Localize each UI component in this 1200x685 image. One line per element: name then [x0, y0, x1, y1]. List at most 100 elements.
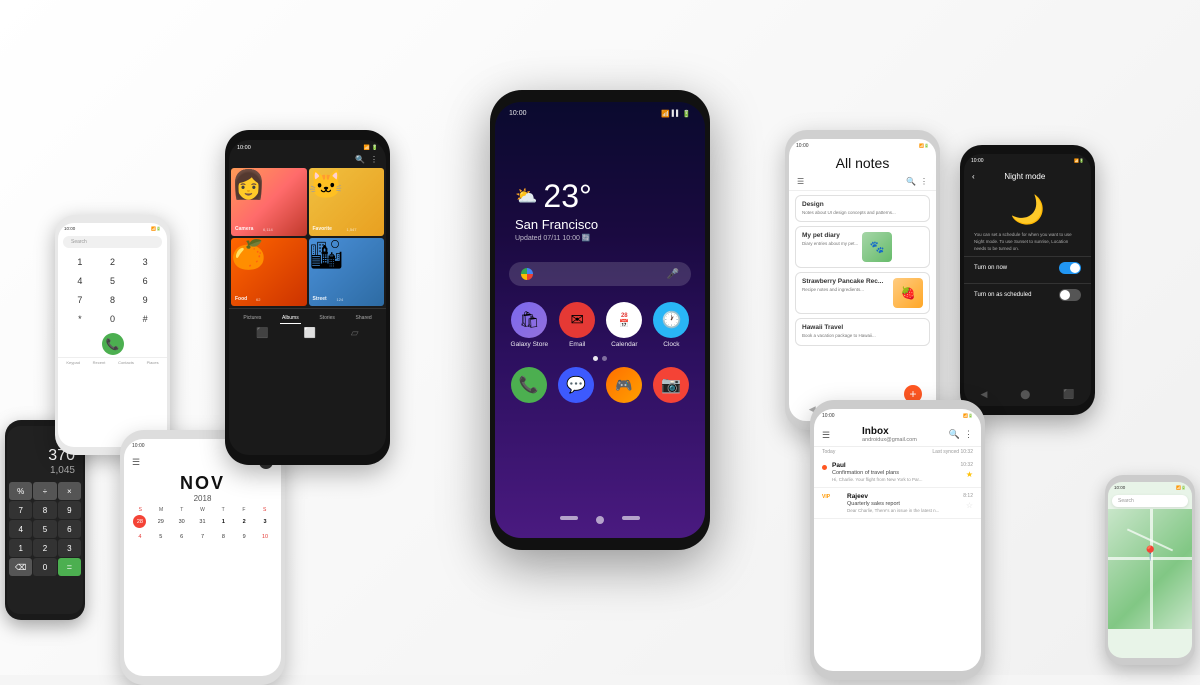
key-0[interactable]: 0: [97, 310, 129, 328]
nav-back[interactable]: [560, 516, 578, 520]
key-3[interactable]: 3: [129, 253, 161, 271]
maps-search-bar[interactable]: Search: [1112, 495, 1188, 507]
calc-equals[interactable]: =: [58, 558, 81, 576]
app-camera[interactable]: 📷: [653, 367, 689, 403]
key-2[interactable]: 2: [97, 253, 129, 271]
gallery-cell-camera[interactable]: 👩 Camera 6,114: [231, 168, 307, 236]
night-nav-home[interactable]: ⬤: [1020, 389, 1030, 400]
email-more-icon[interactable]: ⋮: [964, 429, 973, 440]
key-4[interactable]: 4: [64, 272, 96, 290]
tab-recent[interactable]: Recent: [93, 360, 106, 365]
google-search-bar[interactable]: 🎤: [509, 262, 691, 286]
tab-keypad[interactable]: Keypad: [66, 360, 80, 365]
cal-day-8[interactable]: 8: [217, 530, 230, 543]
cal-day-29[interactable]: 29: [154, 515, 167, 528]
calc-5[interactable]: 5: [33, 520, 56, 538]
email-search-icon[interactable]: 🔍: [949, 429, 960, 440]
tab-stories[interactable]: Stories: [317, 313, 337, 324]
key-1[interactable]: 1: [64, 253, 96, 271]
cal-day-5[interactable]: 5: [154, 530, 167, 543]
tab-places[interactable]: Places: [147, 360, 159, 365]
calc-7[interactable]: 7: [9, 501, 32, 519]
calc-multiply[interactable]: ×: [58, 482, 81, 500]
notes-card-pet[interactable]: My pet diary Diary entries about my pet.…: [795, 226, 930, 268]
cal-day-3[interactable]: 3: [259, 515, 272, 528]
email-item-paul[interactable]: Paul Confirmation of travel plans Hi, Ch…: [814, 457, 981, 488]
nav-recents[interactable]: [622, 516, 640, 520]
gallery-cell-food[interactable]: 🍊 Food 62: [231, 238, 307, 306]
notes-menu-icon[interactable]: ☰: [797, 177, 804, 186]
key-8[interactable]: 8: [97, 291, 129, 309]
calc-8[interactable]: 8: [33, 501, 56, 519]
cal-time: 10:00: [132, 443, 145, 449]
night-back-icon[interactable]: ‹: [972, 172, 975, 181]
gallery-bottom-nav: ⬛ ⬜ ▱: [229, 324, 386, 341]
calc-percent[interactable]: %: [9, 482, 32, 500]
calc-4[interactable]: 4: [9, 520, 32, 538]
calc-9[interactable]: 9: [58, 501, 81, 519]
app-galaxy-store[interactable]: 🛍 Galaxy Store: [511, 302, 549, 348]
email-menu-icon[interactable]: ☰: [822, 430, 830, 440]
tab-albums[interactable]: Albums: [280, 313, 301, 324]
key-6[interactable]: 6: [129, 272, 161, 290]
gallery-cell-street[interactable]: 🏙 Street 124: [309, 238, 385, 306]
cal-day-4[interactable]: 4: [133, 530, 146, 543]
cal-day-9[interactable]: 9: [238, 530, 251, 543]
app-clock[interactable]: 🕐 Clock: [653, 302, 689, 348]
calc-3[interactable]: 3: [58, 539, 81, 557]
cal-day-30[interactable]: 30: [175, 515, 188, 528]
cal-day-7[interactable]: 7: [196, 530, 209, 543]
email-item-rajeev[interactable]: VIP Rajeev Quarterly sales report Dear C…: [814, 488, 981, 519]
dialer-search-bar[interactable]: Search: [63, 236, 162, 248]
app-calendar[interactable]: 28 📅 Calendar: [606, 302, 642, 348]
calc-2[interactable]: 2: [33, 539, 56, 557]
cal-day-28[interactable]: 28: [133, 515, 146, 528]
tab-shared[interactable]: Shared: [354, 313, 374, 324]
calc-1[interactable]: 1: [9, 539, 32, 557]
notes-card-design[interactable]: Design Notes about UI design concepts an…: [795, 195, 930, 222]
calc-backspace[interactable]: ⌫: [9, 558, 32, 576]
email-star-paul[interactable]: ★: [966, 470, 973, 479]
tab-pictures[interactable]: Pictures: [241, 313, 263, 324]
calc-divide[interactable]: ÷: [33, 482, 56, 500]
app-phone[interactable]: 📞: [511, 367, 547, 403]
gallery-nav-recents[interactable]: ▱: [351, 328, 359, 339]
cal-day-10[interactable]: 10: [259, 530, 272, 543]
key-hash[interactable]: #: [129, 310, 161, 328]
night-nav-recents[interactable]: ⬛: [1063, 389, 1074, 400]
key-star[interactable]: *: [64, 310, 96, 328]
call-button[interactable]: 📞: [102, 333, 124, 355]
notes-more-icon[interactable]: ⋮: [920, 177, 928, 186]
key-7[interactable]: 7: [64, 291, 96, 309]
calc-6[interactable]: 6: [58, 520, 81, 538]
key-9[interactable]: 9: [129, 291, 161, 309]
email-star-rajeev[interactable]: ☆: [966, 501, 973, 510]
notes-card-strawberry[interactable]: Strawberry Pancake Rec... Recipe notes a…: [795, 272, 930, 314]
night-nav-back[interactable]: ◀: [980, 389, 987, 400]
app-messages[interactable]: 💬: [558, 367, 594, 403]
calc-0[interactable]: 0: [33, 558, 56, 576]
night-toggle-on[interactable]: [1059, 262, 1081, 274]
night-toggle-scheduled[interactable]: [1059, 289, 1081, 301]
nav-home[interactable]: [596, 516, 604, 524]
app-email[interactable]: ✉ Email: [559, 302, 595, 348]
app-dock: 🛍 Galaxy Store ✉ Email 28 📅 Calendar: [495, 296, 705, 417]
gallery-cell-favorite[interactable]: 🐱 Favorite 1,547: [309, 168, 385, 236]
notes-card-hawaii[interactable]: Hawaii Travel Book a vacation package to…: [795, 318, 930, 345]
maps-status-bar: 10:00 📶🔋: [1108, 482, 1192, 493]
cal-day-6[interactable]: 6: [175, 530, 188, 543]
gallery-nav-home[interactable]: ⬜: [304, 328, 316, 339]
cal-day-1[interactable]: 1: [217, 515, 230, 528]
cal-menu-icon[interactable]: ☰: [132, 457, 140, 468]
gallery-search-icon[interactable]: 🔍: [355, 155, 365, 164]
maps-time: 10:00: [1114, 485, 1125, 490]
notes-search-icon[interactable]: 🔍: [906, 177, 916, 186]
gallery-more-icon[interactable]: ⋮: [370, 155, 378, 164]
notes-toolbar: ☰ 🔍 ⋮: [789, 175, 936, 191]
key-5[interactable]: 5: [97, 272, 129, 290]
cal-day-31[interactable]: 31: [196, 515, 209, 528]
cal-day-2[interactable]: 2: [238, 515, 251, 528]
gallery-nav-back[interactable]: ⬛: [256, 328, 268, 339]
app-games[interactable]: 🎮: [606, 367, 642, 403]
tab-contacts[interactable]: Contacts: [118, 360, 134, 365]
